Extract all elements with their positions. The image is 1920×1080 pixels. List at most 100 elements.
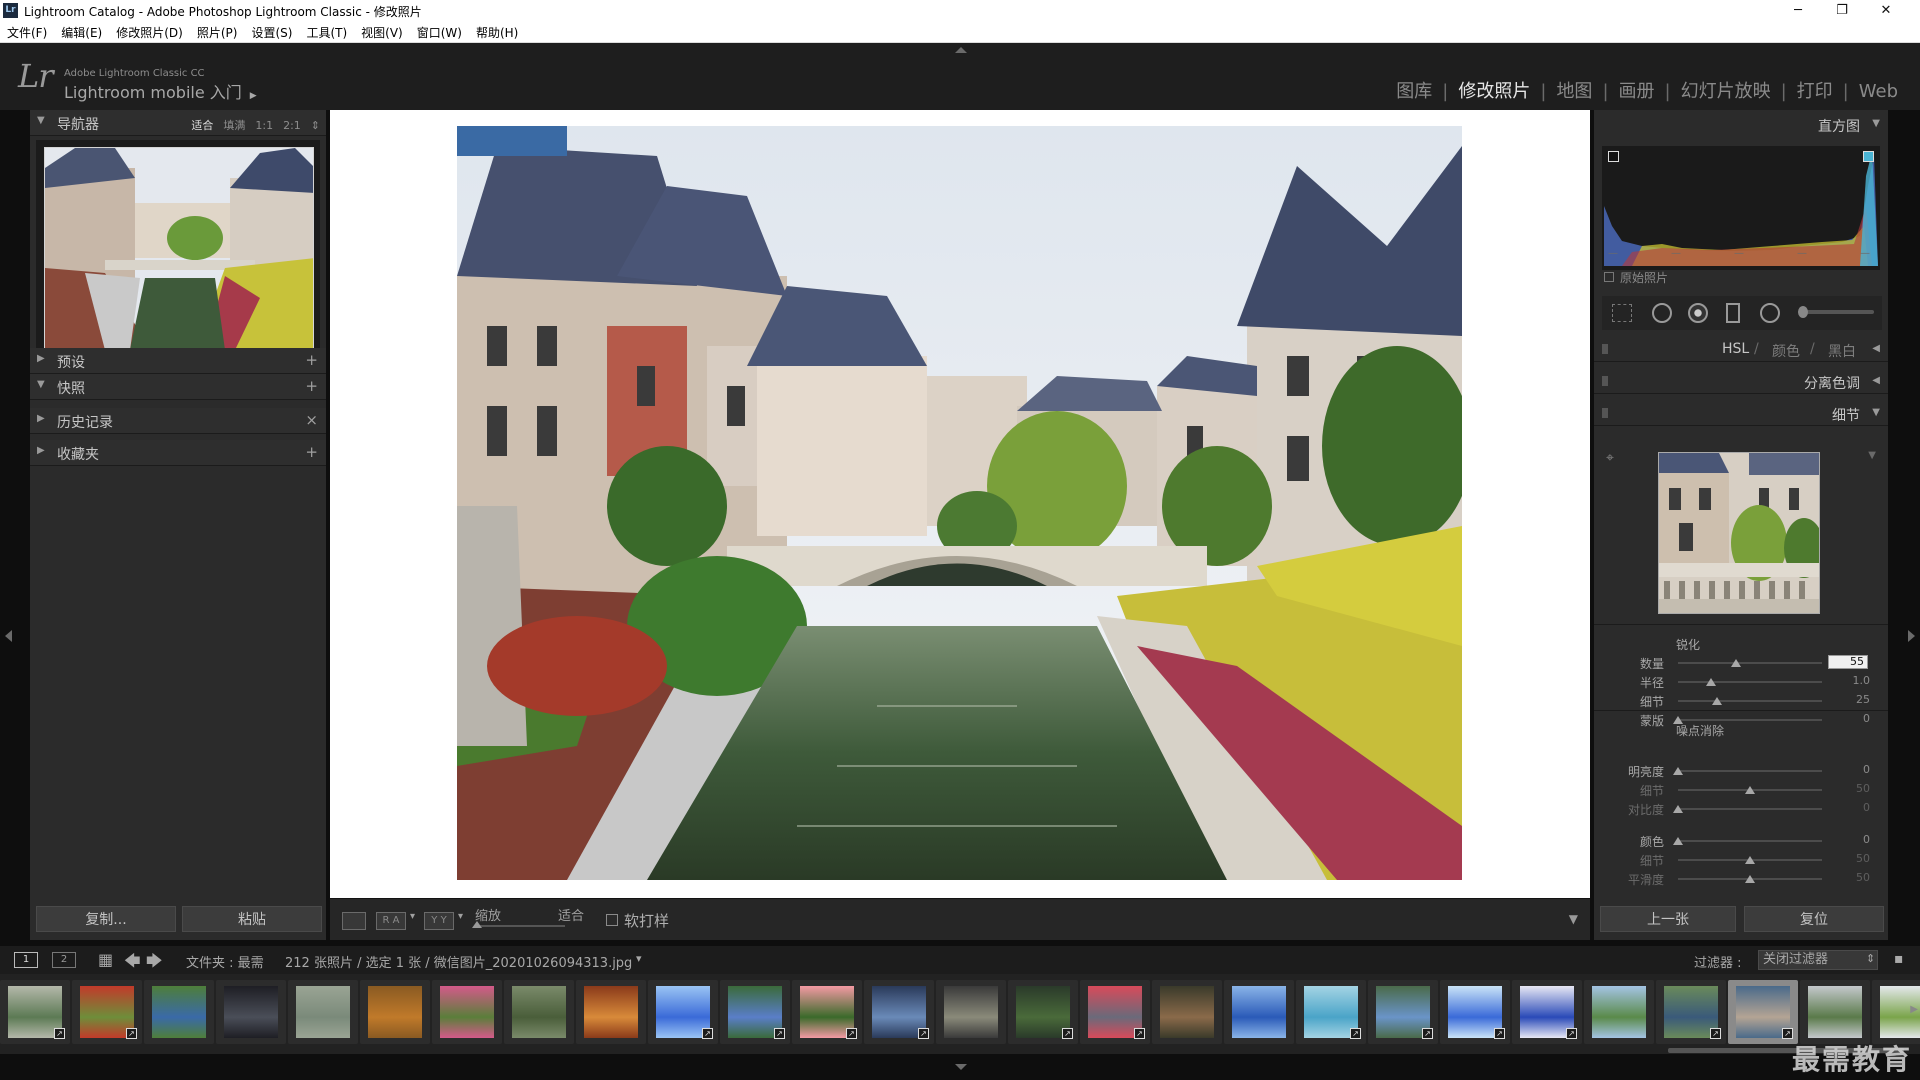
filmstrip-thumbnail[interactable] xyxy=(1224,980,1294,1044)
module-map[interactable]: 地图 xyxy=(1548,81,1600,102)
amount-value-input[interactable]: 55 xyxy=(1828,655,1868,669)
filmstrip-thumbnail[interactable]: ↗ xyxy=(648,980,718,1044)
filmstrip-thumbnail[interactable] xyxy=(1800,980,1870,1044)
slider-track[interactable] xyxy=(1678,662,1822,664)
filmstrip-thumbnail[interactable]: ↗ xyxy=(1728,980,1798,1044)
filmstrip-thumbnail[interactable] xyxy=(432,980,502,1044)
left-panel-toggle-icon[interactable] xyxy=(5,630,12,642)
adjustment-brush-icon[interactable] xyxy=(1798,306,1808,318)
bottom-panel-toggle-icon[interactable] xyxy=(955,1064,967,1070)
paste-settings-button[interactable]: 粘贴 xyxy=(182,906,322,932)
crop-grid-icon[interactable] xyxy=(1612,304,1632,322)
detail-panel-header[interactable]: 细节 ▼ xyxy=(1594,400,1888,426)
slider-knob[interactable] xyxy=(1730,659,1741,667)
slider-track[interactable] xyxy=(1678,808,1822,810)
edited-badge-icon[interactable]: ↗ xyxy=(1134,1028,1145,1039)
reset-button[interactable]: 复位 xyxy=(1744,906,1884,932)
module-library[interactable]: 图库 xyxy=(1388,81,1440,102)
filmstrip-thumbnail[interactable]: ↗ xyxy=(1512,980,1582,1044)
zoom-2-1[interactable]: 2:1 xyxy=(283,119,301,132)
slider-value[interactable]: 50 xyxy=(1830,782,1870,795)
presets-header[interactable]: ▶ 预设 + xyxy=(30,348,326,374)
split-toning-header[interactable]: 分离色调 ◀ xyxy=(1594,368,1888,394)
panel-switch-icon[interactable] xyxy=(1602,376,1608,386)
slider-track[interactable] xyxy=(1678,770,1822,772)
module-book[interactable]: 画册 xyxy=(1611,81,1663,102)
slider-value[interactable]: 0 xyxy=(1830,712,1870,725)
color-tab[interactable]: 颜色 xyxy=(1772,341,1800,361)
menu-help[interactable]: 帮助(H) xyxy=(469,21,525,41)
navigator-thumbnail[interactable] xyxy=(44,147,314,349)
filmstrip-thumbnail[interactable]: ↗ xyxy=(864,980,934,1044)
bottom-panel-edge[interactable] xyxy=(0,1054,1920,1080)
filter-dropdown-icon[interactable]: ⇕ xyxy=(1866,952,1875,965)
filmstrip-scroll-right-icon[interactable]: ▶ xyxy=(1910,1004,1918,1015)
menu-photo[interactable]: 照片(P) xyxy=(190,21,245,41)
adjustment-brush-slider[interactable] xyxy=(1798,310,1874,314)
secondary-window-button[interactable]: 2 xyxy=(52,952,76,968)
edited-badge-icon[interactable]: ↗ xyxy=(1566,1028,1577,1039)
before-after-dropdown-icon[interactable]: ▾ xyxy=(410,911,415,922)
slider-knob[interactable] xyxy=(1745,856,1755,864)
edited-badge-icon[interactable]: ↗ xyxy=(774,1028,785,1039)
menu-edit[interactable]: 编辑(E) xyxy=(54,21,109,41)
menu-tools[interactable]: 工具(T) xyxy=(299,21,354,41)
slider-value[interactable]: 0 xyxy=(1830,763,1870,776)
module-print[interactable]: 打印 xyxy=(1789,81,1841,102)
minimize-button[interactable]: ─ xyxy=(1776,0,1820,21)
filmstrip-thumbnail[interactable]: ↗ xyxy=(0,980,70,1044)
slider-value[interactable]: 1.0 xyxy=(1830,674,1871,687)
filmstrip-thumbnail[interactable] xyxy=(288,980,358,1044)
slider-knob[interactable] xyxy=(1673,767,1683,775)
main-photo[interactable] xyxy=(457,126,1462,880)
top-panel-toggle-icon[interactable] xyxy=(955,47,967,53)
bw-tab[interactable]: 黑白 xyxy=(1828,341,1856,361)
collections-header[interactable]: ▶ 收藏夹 + xyxy=(30,440,326,466)
edited-badge-icon[interactable]: ↗ xyxy=(702,1028,713,1039)
slider-value[interactable]: 0 xyxy=(1830,833,1870,846)
lock-filter-icon[interactable]: ▪ xyxy=(1894,951,1904,967)
red-eye-icon[interactable] xyxy=(1688,303,1708,323)
radial-filter-icon[interactable] xyxy=(1760,303,1780,323)
filmstrip-thumbnail[interactable]: ↗ xyxy=(792,980,862,1044)
menu-window[interactable]: 窗口(W) xyxy=(410,21,469,41)
edited-badge-icon[interactable]: ↗ xyxy=(1062,1028,1073,1039)
target-icon[interactable]: ⌖ xyxy=(1606,450,1614,466)
filmstrip-thumbnail[interactable] xyxy=(504,980,574,1044)
slider-track[interactable] xyxy=(1678,681,1822,683)
lightroom-mobile-link[interactable]: Lightroom mobile 入门 ▶ xyxy=(64,79,257,103)
zoom-fit[interactable]: 适合 xyxy=(191,119,213,132)
expand-left-icon[interactable]: ◀ xyxy=(1872,375,1880,386)
detail-preview[interactable] xyxy=(1658,452,1820,614)
panel-switch-icon[interactable] xyxy=(1602,408,1608,418)
module-slideshow[interactable]: 幻灯片放映 xyxy=(1673,81,1779,102)
toolbar-content-dropdown-icon[interactable]: ▼ xyxy=(1569,912,1578,926)
filmstrip-thumbnail[interactable] xyxy=(936,980,1006,1044)
zoom-ratio-dropdown-icon[interactable]: ⇕ xyxy=(311,119,320,132)
folder-source[interactable]: 文件夹 : 最需 xyxy=(186,952,264,971)
collapse-down-icon[interactable]: ▼ xyxy=(1872,407,1880,418)
filmstrip-thumbnail[interactable] xyxy=(360,980,430,1044)
slider-track[interactable] xyxy=(1678,719,1822,721)
zoom-slider-knob[interactable] xyxy=(472,921,482,928)
clear-history-icon[interactable]: × xyxy=(305,411,318,429)
image-canvas[interactable] xyxy=(330,110,1590,898)
spot-removal-icon[interactable] xyxy=(1652,303,1672,323)
previous-photo-button[interactable]: 上一张 xyxy=(1600,906,1736,932)
graduated-filter-icon[interactable] xyxy=(1726,303,1740,323)
filmstrip-thumbnail[interactable]: ↗ xyxy=(1008,980,1078,1044)
before-after-swap-icon[interactable]: Y Y xyxy=(424,912,454,930)
menu-settings[interactable]: 设置(S) xyxy=(244,21,299,41)
edited-badge-icon[interactable]: ↗ xyxy=(1710,1028,1721,1039)
slider-value[interactable]: 50 xyxy=(1830,852,1870,865)
filmstrip-thumbnail[interactable]: ↗ xyxy=(1656,980,1726,1044)
loupe-view-icon[interactable] xyxy=(342,912,366,930)
maximize-button[interactable]: ❐ xyxy=(1820,0,1864,21)
slider-knob[interactable] xyxy=(1673,837,1683,845)
filmstrip-thumbnail[interactable] xyxy=(576,980,646,1044)
file-dropdown-icon[interactable]: ▾ xyxy=(636,952,642,965)
primary-window-button[interactable]: 1 xyxy=(14,952,38,968)
slider-knob[interactable] xyxy=(1673,805,1683,813)
snapshots-header[interactable]: ▼ 快照 + xyxy=(30,374,326,400)
filmstrip-thumbnail[interactable] xyxy=(1152,980,1222,1044)
